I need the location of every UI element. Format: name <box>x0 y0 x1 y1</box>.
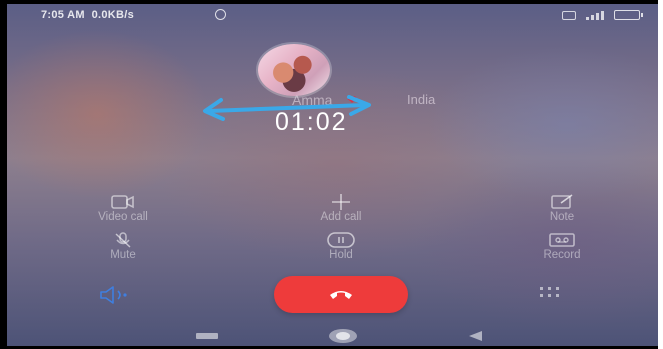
plus-icon <box>332 194 350 210</box>
add-call-button[interactable]: Add call <box>276 194 406 234</box>
video-call-label: Video call <box>98 211 148 223</box>
status-bar: 7:05 AM 0.0KB/s <box>7 8 658 24</box>
video-call-button[interactable]: Video call <box>58 194 188 234</box>
left-frame-border <box>0 0 7 349</box>
record-button[interactable]: Record <box>497 232 627 272</box>
battery-icon <box>614 10 643 20</box>
note-icon <box>551 194 573 209</box>
signal-icon <box>586 10 604 20</box>
pause-icon <box>327 232 355 248</box>
status-time: 7:05 AM <box>41 9 85 21</box>
record-label: Record <box>543 249 581 261</box>
status-icons <box>562 10 643 20</box>
call-screen: 7:05 AM 0.0KB/s Amma ❤ India 01:02 Video… <box>7 4 658 346</box>
home-button[interactable] <box>329 329 357 343</box>
speaker-icon[interactable] <box>99 286 129 304</box>
recent-apps-button[interactable] <box>196 333 218 339</box>
video-camera-icon <box>111 195 134 209</box>
phone-hangup-icon <box>330 291 352 299</box>
end-call-button[interactable] <box>274 276 408 313</box>
mute-button[interactable]: Mute <box>58 232 188 272</box>
microphone-off-icon <box>115 232 131 248</box>
hold-button[interactable]: Hold <box>276 232 406 272</box>
right-frame-border <box>658 0 663 349</box>
status-time-speed: 7:05 AM 0.0KB/s <box>41 9 134 21</box>
dialpad-icon[interactable] <box>539 286 561 300</box>
whatsapp-icon <box>215 9 226 20</box>
mute-label: Mute <box>110 249 136 261</box>
note-button[interactable]: Note <box>497 194 627 234</box>
contact-avatar <box>258 44 330 96</box>
status-speed: 0.0KB/s <box>91 9 135 21</box>
navigation-bar <box>7 326 658 346</box>
caller-location: India <box>407 92 436 107</box>
hold-label: Hold <box>329 249 353 261</box>
add-call-label: Add call <box>320 211 362 223</box>
call-duration: 01:02 <box>275 108 348 136</box>
note-label: Note <box>549 211 575 223</box>
back-button[interactable] <box>469 331 482 341</box>
cassette-icon <box>549 233 575 247</box>
sim-icon <box>562 10 576 20</box>
